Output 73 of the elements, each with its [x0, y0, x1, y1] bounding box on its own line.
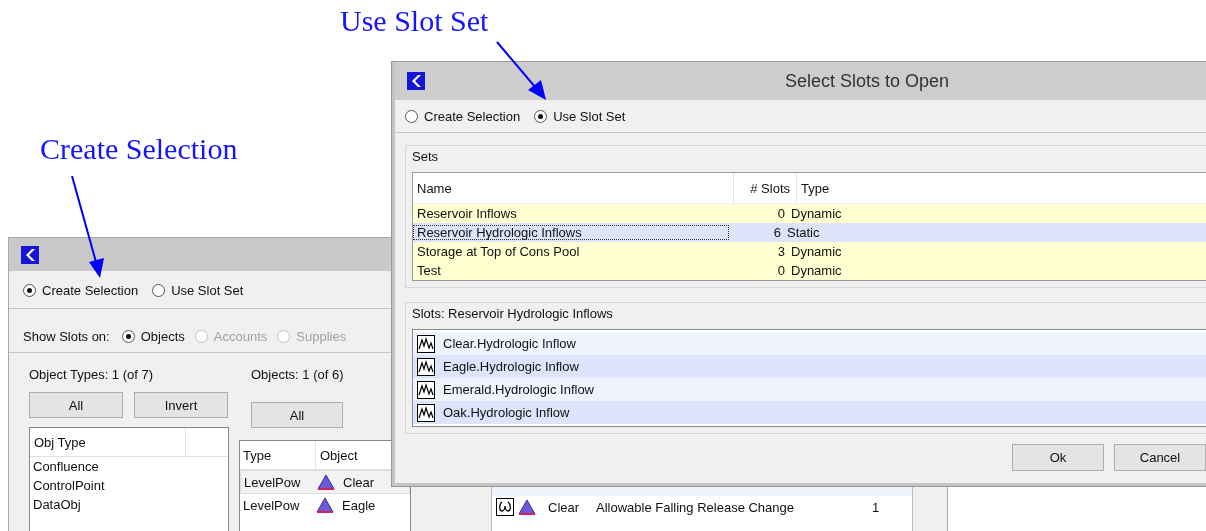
dialog-button[interactable]: Cancel: [1114, 444, 1206, 471]
slot-name: Emerald.Hydrologic Inflow: [443, 382, 594, 397]
table-cell-text: 6: [772, 225, 782, 240]
annotation-arrow: [496, 41, 546, 100]
list-item[interactable]: Clear.Hydrologic Inflow: [413, 332, 1206, 355]
table-cell-text: 0: [776, 263, 786, 278]
table-cell-text: Dynamic: [791, 263, 843, 278]
radio-icon[interactable]: [405, 110, 418, 123]
radio-button[interactable]: Create Selection: [405, 109, 521, 124]
table-cell-text: LevelPow: [242, 497, 301, 513]
list-item[interactable]: Eagle.Hydrologic Inflow: [413, 355, 1206, 378]
table-cell-text: Dynamic: [791, 206, 843, 221]
annotation-label: Create Selection: [40, 132, 238, 166]
list-item[interactable]: Confluence: [30, 457, 228, 476]
table-row[interactable]: Reservoir Inflows 0 Dynamic: [413, 204, 1206, 223]
column-header[interactable]: # Slots: [734, 173, 797, 203]
table-row[interactable]: Reservoir Hydrologic Inflows 6 Static: [413, 223, 1206, 242]
radio-icon[interactable]: [534, 110, 548, 123]
radio-button[interactable]: Use Slot Set: [152, 283, 244, 298]
group-label: Slots: Reservoir Hydrologic Inflows: [412, 306, 613, 321]
table-cell-text: Static: [787, 225, 821, 240]
list-button[interactable]: All: [29, 392, 123, 418]
table-cell: Reservoir Hydrologic Inflows: [413, 225, 729, 240]
table-cell: Eagle: [342, 497, 376, 513]
table-cell-text: Test: [416, 263, 442, 278]
table-cell-text: LevelPow: [243, 474, 302, 490]
app-logo-icon: [407, 72, 425, 90]
triangle-icon: [316, 497, 334, 513]
annotation-label: Use Slot Set: [340, 4, 489, 38]
list-button[interactable]: Invert: [134, 392, 228, 418]
list-item[interactable]: Oak.Hydrologic Inflow: [413, 401, 1206, 424]
list-item[interactable]: Emerald.Hydrologic Inflow: [413, 378, 1206, 401]
slot-name: Clear.Hydrologic Inflow: [443, 336, 576, 351]
wave-chart-icon: [417, 334, 435, 353]
table-cell-text: Dynamic: [791, 244, 843, 259]
show-slots-label: Show Slots on:: [23, 329, 110, 344]
group-label: Sets: [412, 149, 438, 164]
table-cell-text: Clear: [548, 499, 581, 515]
dialog-button[interactable]: Ok: [1012, 444, 1104, 471]
column-header[interactable]: Type: [797, 173, 1206, 203]
table-cell-text: 0: [776, 206, 786, 221]
window-title: Select Slots to Open: [785, 70, 950, 92]
table-cell: Clear: [343, 474, 375, 490]
radio-icon[interactable]: [152, 284, 166, 297]
column-header[interactable]: Type: [240, 441, 316, 469]
radio-button[interactable]: Objects: [121, 329, 185, 344]
list-item[interactable]: DataObj: [30, 495, 228, 514]
slot-name: Oak.Hydrologic Inflow: [443, 405, 570, 420]
table-cell-text: Reservoir Inflows: [416, 206, 518, 221]
wave-chart-icon: [417, 357, 435, 376]
table-cell-text: Storage at Top of Cons Pool: [416, 244, 581, 259]
table-row[interactable]: LevelPow Eagle: [240, 494, 410, 516]
table-cell-text: Allowable Falling Release Change: [596, 499, 795, 515]
radio-button[interactable]: Create Selection: [23, 283, 139, 298]
triangle-icon: [317, 474, 335, 490]
slot-name: Eagle.Hydrologic Inflow: [443, 359, 579, 374]
object-types-heading: Object Types: 1 (of 7): [29, 367, 155, 382]
column-header[interactable]: Name: [413, 173, 734, 203]
table-cell-text: 3: [776, 244, 786, 259]
table-row[interactable]: LevelPow Clear: [240, 470, 410, 494]
app-logo-icon: [21, 245, 39, 264]
table-row[interactable]: Storage at Top of Cons Pool 3 Dynamic: [413, 242, 1206, 261]
column-header[interactable]: Obj Type: [30, 428, 186, 456]
table-row[interactable]: Test 0 Dynamic: [413, 261, 1206, 280]
wave-chart-icon: [417, 403, 435, 422]
table-cell: 1: [872, 499, 880, 515]
radio-button[interactable]: Use Slot Set: [534, 109, 626, 124]
wave-chart-icon: [417, 380, 435, 399]
list-item[interactable]: ControlPoint: [30, 476, 228, 495]
omega-icon: [496, 498, 514, 516]
radio-icon[interactable]: [23, 284, 36, 297]
triangle-icon: [518, 499, 536, 515]
list-button[interactable]: All: [251, 402, 343, 428]
